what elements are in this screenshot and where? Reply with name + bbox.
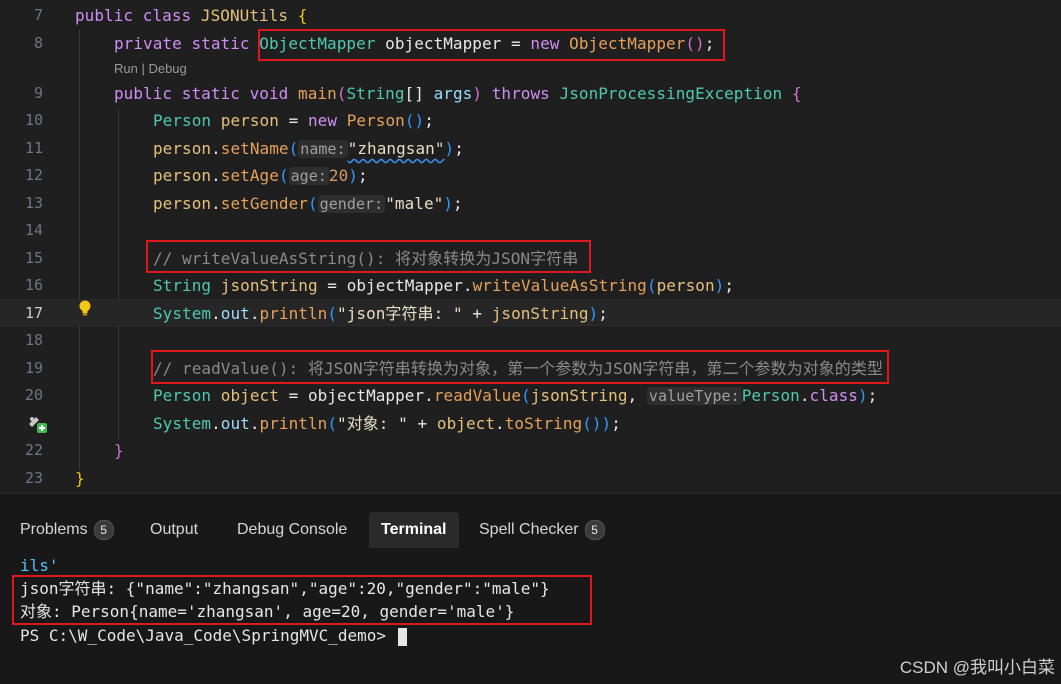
code-line-18[interactable]: 18	[0, 327, 1061, 354]
code-text[interactable]: Person object = objectMapper.readValue(j…	[153, 382, 877, 410]
code-line-15[interactable]: 15 // writeValueAsString(): 将对象转换为JSON字符…	[0, 245, 1061, 272]
code-text[interactable]: }	[114, 437, 124, 464]
tab-output[interactable]: Output	[138, 512, 210, 548]
code-text[interactable]: public static void main(String[] args) t…	[114, 80, 802, 107]
lightbulb-icon[interactable]	[78, 300, 92, 316]
line-number: 12	[24, 166, 43, 184]
code-line-19[interactable]: 19 // readValue(): 将JSON字符串转换为对象，第一个参数为J…	[0, 355, 1061, 382]
watermark: CSDN @我叫小白菜	[899, 658, 1055, 677]
code-text[interactable]: private static ObjectMapper objectMapper…	[114, 30, 714, 57]
code-comment[interactable]: // readValue(): 将JSON字符串转换为对象，第一个参数为JSON…	[153, 355, 883, 382]
line-number: 16	[24, 276, 43, 294]
parameter-hint: valueType:	[646, 387, 742, 405]
debug-add-icon[interactable]	[26, 412, 48, 434]
code-text[interactable]: person.setName(name: "zhangsan");	[153, 135, 464, 163]
code-text[interactable]: Person person = new Person();	[153, 107, 434, 134]
code-text[interactable]: person.setGender(gender: "male");	[153, 190, 463, 218]
terminal-output-json: json字符串: {"name":"zhangsan","age":20,"ge…	[20, 579, 550, 598]
code-line-10[interactable]: 10 Person person = new Person();	[0, 107, 1061, 134]
codelens-run-debug[interactable]: Run | Debug	[114, 60, 187, 78]
terminal-line: ils'	[20, 556, 59, 575]
panel-tab-bar: Problems 5 Output Debug Console Terminal …	[0, 493, 1061, 558]
code-line-9[interactable]: 9 public static void main(String[] args)…	[0, 80, 1061, 107]
problems-count-badge: 5	[93, 519, 114, 540]
code-line-20[interactable]: 20 Person object = objectMapper.readValu…	[0, 382, 1061, 409]
code-line-11[interactable]: 11 person.setName(name: "zhangsan");	[0, 135, 1061, 162]
tab-terminal[interactable]: Terminal	[369, 512, 459, 548]
code-line-22[interactable]: 22 }	[0, 437, 1061, 464]
code-line-7[interactable]: 7 public class JSONUtils {	[0, 2, 1061, 29]
code-comment[interactable]: // writeValueAsString(): 将对象转换为JSON字符串	[153, 245, 578, 272]
spell-checker-count-badge: 5	[584, 519, 605, 540]
line-number: 18	[24, 331, 43, 349]
line-number: 9	[33, 84, 43, 102]
line-number: 14	[24, 221, 43, 239]
line-number: 22	[24, 441, 43, 459]
code-line-16[interactable]: 16 String jsonString = objectMapper.writ…	[0, 272, 1061, 299]
parameter-hint: name:	[298, 140, 348, 158]
parameter-hint: gender:	[317, 195, 386, 213]
code-text[interactable]: public class JSONUtils {	[75, 2, 307, 29]
tab-debug-console[interactable]: Debug Console	[225, 512, 359, 548]
code-text[interactable]: String jsonString = objectMapper.writeVa…	[153, 272, 734, 299]
terminal-prompt[interactable]: PS C:\W_Code\Java_Code\SpringMVC_demo>	[20, 624, 407, 648]
line-number: 13	[24, 194, 43, 212]
code-line-12[interactable]: 12 person.setAge(age: 20);	[0, 162, 1061, 189]
line-number: 8	[33, 34, 43, 52]
code-text[interactable]: }	[75, 465, 85, 492]
code-text[interactable]: System.out.println("对象: " + object.toStr…	[153, 410, 621, 437]
code-line-13[interactable]: 13 person.setGender(gender: "male");	[0, 190, 1061, 217]
tab-problems[interactable]: Problems 5	[8, 512, 126, 548]
code-line-23[interactable]: 23 }	[0, 465, 1061, 492]
code-line-8[interactable]: 8 private static ObjectMapper objectMapp…	[0, 30, 1061, 57]
line-number: 11	[24, 139, 43, 157]
tab-spell-checker[interactable]: Spell Checker 5	[467, 512, 617, 548]
code-line-17[interactable]: 17 System.out.println("json字符串: " + json…	[0, 299, 1061, 326]
parameter-hint: age:	[288, 167, 329, 185]
line-number: 19	[24, 359, 43, 377]
code-text[interactable]: person.setAge(age: 20);	[153, 162, 368, 190]
line-number: 17	[24, 304, 43, 322]
code-line-14[interactable]: 14	[0, 217, 1061, 244]
code-line-21[interactable]: System.out.println("对象: " + object.toStr…	[0, 410, 1061, 437]
terminal-cursor	[397, 627, 407, 646]
line-number: 7	[33, 6, 43, 24]
code-text[interactable]: System.out.println("json字符串: " + jsonStr…	[153, 300, 608, 327]
terminal-output-object: 对象: Person{name='zhangsan', age=20, gend…	[20, 602, 515, 621]
line-number: 15	[24, 249, 43, 267]
line-number: 20	[24, 386, 43, 404]
line-number: 10	[24, 111, 43, 129]
code-editor[interactable]: 7 public class JSONUtils { 8 private sta…	[0, 0, 1061, 493]
line-number: 23	[24, 469, 43, 487]
